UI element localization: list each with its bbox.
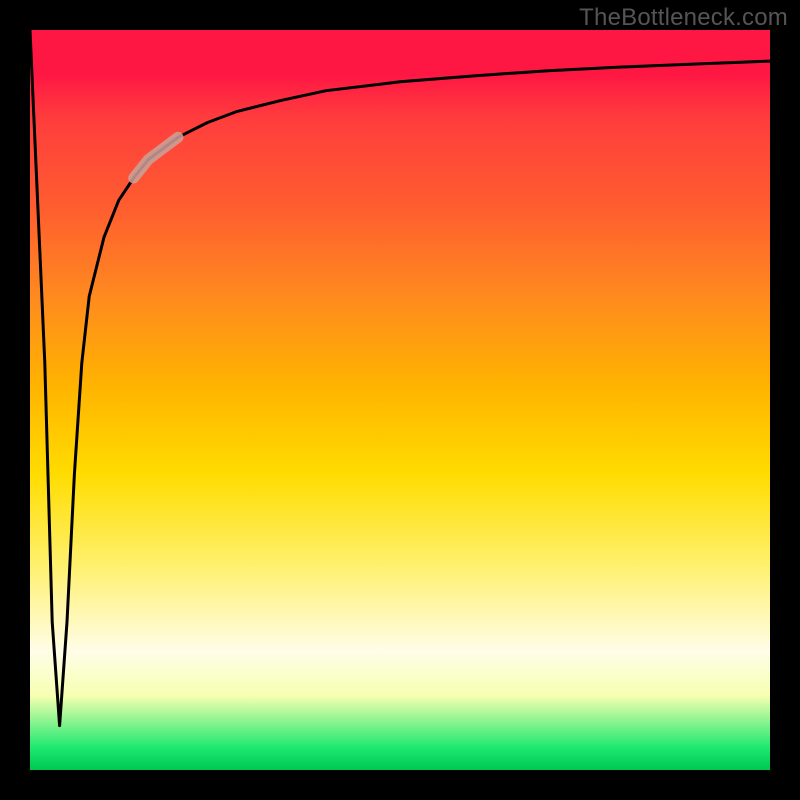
curve-line <box>30 30 770 726</box>
chart-frame: TheBottleneck.com <box>0 0 800 800</box>
plot-area <box>30 30 770 770</box>
watermark-text: TheBottleneck.com <box>579 4 788 32</box>
bottleneck-curve <box>30 30 770 770</box>
curve-highlight <box>134 137 178 178</box>
